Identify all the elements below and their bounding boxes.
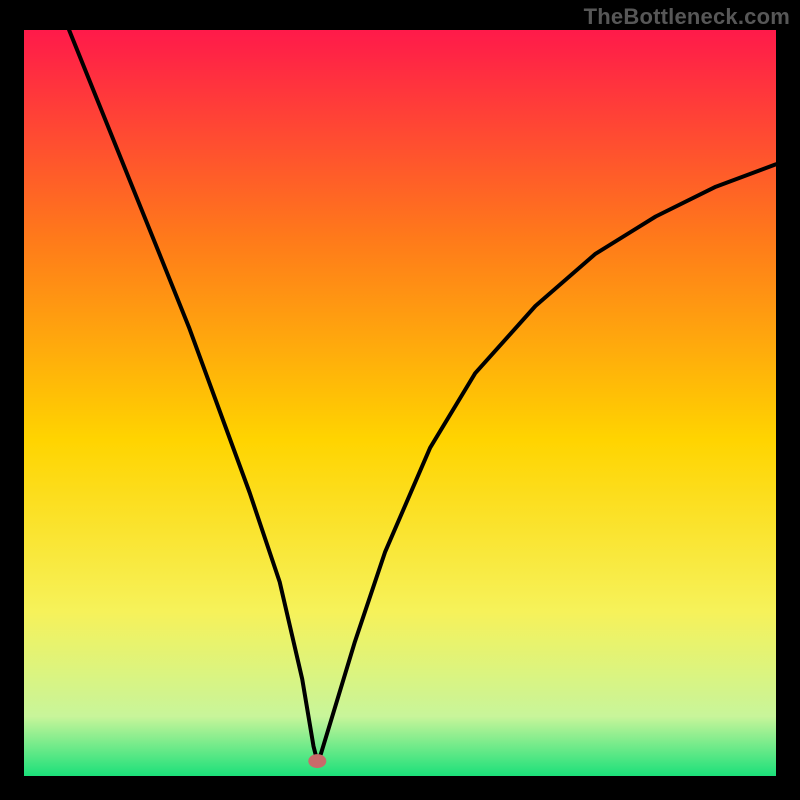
plot-area xyxy=(24,30,776,776)
bottleneck-chart xyxy=(0,0,800,800)
optimum-marker xyxy=(308,754,326,768)
chart-stage: TheBottleneck.com xyxy=(0,0,800,800)
watermark-text: TheBottleneck.com xyxy=(584,4,790,30)
